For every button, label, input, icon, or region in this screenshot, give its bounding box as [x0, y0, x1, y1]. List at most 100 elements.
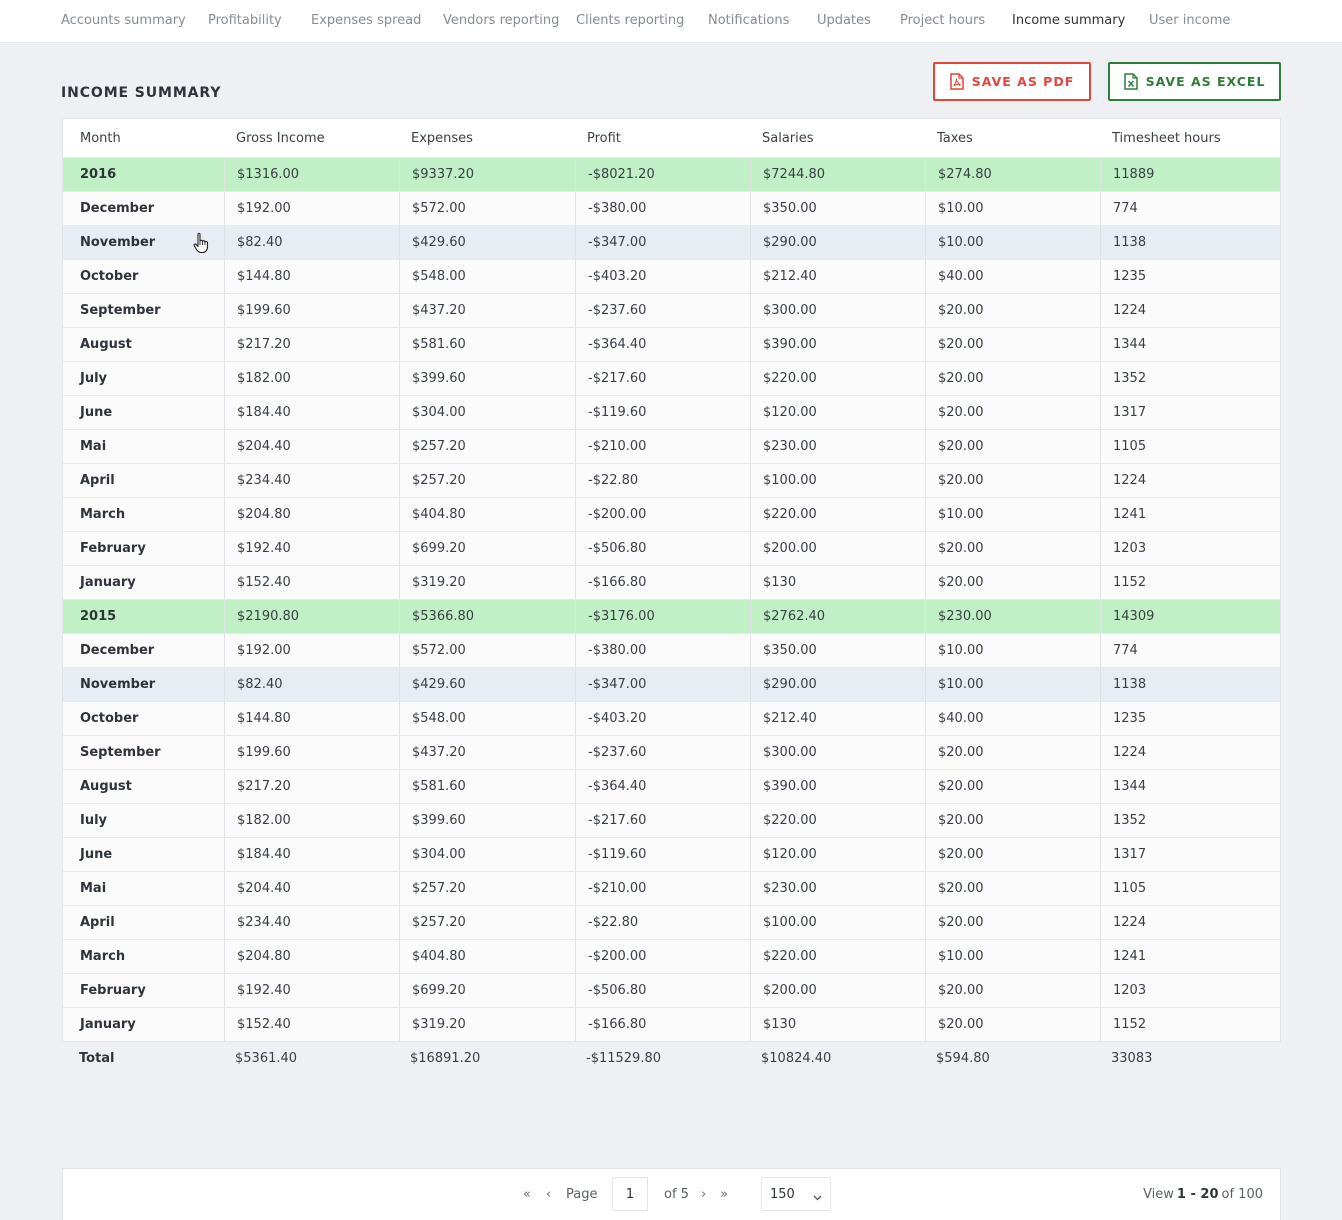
column-header-profit[interactable]: Profit [575, 119, 621, 157]
tab-project-hours[interactable]: Project hours [900, 0, 985, 43]
cell-gross-income: $234.40 [224, 906, 291, 939]
column-header-expenses[interactable]: Expenses [399, 119, 473, 157]
cell-taxes: $20.00 [925, 294, 984, 327]
year-summary-row[interactable]: 2016 $1316.00 $9337.20 -$8021.20 $7244.80 $27… [63, 157, 1280, 191]
chevron-left-icon[interactable]: ‹ [546, 1169, 551, 1219]
table-row[interactable]: November $82.40 $429.60 -$347.00 $290.00 $10.… [63, 667, 1280, 701]
table-row[interactable]: Iuly $182.00 $399.60 -$217.60 $220.00 $20.00 1… [63, 803, 1280, 837]
table-row[interactable]: March $204.80 $404.80 -$200.00 $220.00 $10.00… [63, 497, 1280, 531]
tab-updates[interactable]: Updates [817, 0, 871, 43]
cell-timesheet-hours: 1344 [1100, 770, 1146, 803]
cell-gross-income: $184.40 [224, 838, 291, 871]
top-navigation: Accounts summary Profitability Expenses sp… [0, 0, 1342, 43]
table-row[interactable]: June $184.40 $304.00 -$119.60 $120.00 $20.00 1… [63, 395, 1280, 429]
tab-vendors-reporting[interactable]: Vendors reporting [443, 0, 559, 43]
cell-timesheet-hours: 1224 [1100, 736, 1146, 769]
cell-profit: -$217.60 [575, 804, 646, 837]
cell-month: Total [79, 1051, 115, 1066]
column-header-salaries[interactable]: Salaries [750, 119, 814, 157]
cell-taxes: $20.00 [925, 464, 984, 497]
double-chevron-left-icon[interactable]: « [523, 1169, 531, 1219]
cell-month: October [80, 269, 139, 284]
cell-expenses: $257.20 [399, 906, 466, 939]
tab-clients-reporting[interactable]: Clients reporting [576, 0, 684, 43]
cell-profit: -$3176.00 [575, 600, 655, 633]
year-summary-row[interactable]: 2015 $2190.80 $5366.80 -$3176.00 $2762.40 $23… [63, 599, 1280, 633]
table-row[interactable]: July $182.00 $399.60 -$217.60 $220.00 $20.00 1… [63, 361, 1280, 395]
save-as-excel-button[interactable]: SAVE AS EXCEL [1108, 62, 1281, 101]
page-number-input[interactable]: 1 [612, 1177, 648, 1211]
cell-gross-income: $199.60 [224, 736, 291, 769]
cell-gross-income: $144.80 [224, 260, 291, 293]
cell-timesheet-hours: 1105 [1100, 872, 1146, 905]
cell-gross-income: $192.40 [224, 532, 291, 565]
cell-salaries: $390.00 [750, 328, 817, 361]
table-row[interactable]: June $184.40 $304.00 -$119.60 $120.00 $20.00 1… [63, 837, 1280, 871]
table-row[interactable]: January $152.40 $319.20 -$166.80 $130 $20.00 1… [63, 1007, 1280, 1041]
cell-profit: -$166.80 [575, 566, 646, 599]
cell-salaries: $130 [750, 566, 796, 599]
tab-accounts-summary[interactable]: Accounts summary [61, 0, 186, 43]
cell-profit: -$506.80 [575, 974, 646, 1007]
tab-profitability[interactable]: Profitability [208, 0, 282, 43]
double-chevron-right-icon[interactable]: » [720, 1169, 728, 1219]
table-row[interactable]: October $144.80 $548.00 -$403.20 $212.40 $40.… [63, 259, 1280, 293]
cell-taxes: $20.00 [925, 566, 984, 599]
column-header-timesheet-hours[interactable]: Timesheet hours [1100, 119, 1221, 157]
table-row[interactable]: February $192.40 $699.20 -$506.80 $200.00 $20… [63, 531, 1280, 565]
cell-gross-income: $204.80 [224, 498, 291, 531]
cell-timesheet-hours: 1105 [1100, 430, 1146, 463]
cell-taxes: $10.00 [925, 668, 984, 701]
table-row[interactable]: August $217.20 $581.60 -$364.40 $390.00 $20.0… [63, 769, 1280, 803]
tab-expenses-spread[interactable]: Expenses spread [311, 0, 421, 43]
save-as-pdf-button[interactable]: SAVE AS PDF [933, 62, 1091, 101]
cell-salaries: $290.00 [750, 226, 817, 259]
view-range: 1 - 20 [1176, 1186, 1219, 1202]
rows-per-page-select[interactable]: 150 [761, 1177, 831, 1211]
cell-month: July [80, 371, 108, 386]
table-row[interactable]: September $199.60 $437.20 -$237.60 $300.00 $2… [63, 735, 1280, 769]
chevron-right-icon[interactable]: › [701, 1169, 706, 1219]
cell-gross-income: $5361.40 [235, 1051, 298, 1066]
table-row[interactable]: December $192.00 $572.00 -$380.00 $350.00 $10… [63, 633, 1280, 667]
table-row[interactable]: January $152.40 $319.20 -$166.80 $130 $20.00 1… [63, 565, 1280, 599]
column-header-taxes[interactable]: Taxes [925, 119, 973, 157]
cell-gross-income: $234.40 [224, 464, 291, 497]
cell-month: October [80, 711, 139, 726]
cell-expenses: $319.20 [399, 1008, 466, 1041]
total-row[interactable]: Total $5361.40 $16891.20 -$11529.80 $10824.4… [62, 1041, 1281, 1075]
column-header-gross-income[interactable]: Gross Income [224, 119, 325, 157]
cell-taxes: $20.00 [925, 906, 984, 939]
cell-month: September [80, 303, 161, 318]
cell-month: April [80, 473, 115, 488]
cell-profit: -$217.60 [575, 362, 646, 395]
cell-taxes: $10.00 [925, 498, 984, 531]
table-row[interactable]: Mai $204.40 $257.20 -$210.00 $230.00 $20.00 11… [63, 871, 1280, 905]
cell-month: September [80, 745, 161, 760]
cell-expenses: $257.20 [399, 430, 466, 463]
table-row[interactable]: November $82.40 $429.60 -$347.00 $290.00 $10.… [63, 225, 1280, 259]
tab-user-income[interactable]: User income [1149, 0, 1230, 43]
table-row[interactable]: September $199.60 $437.20 -$237.60 $300.00 $2… [63, 293, 1280, 327]
cell-salaries: $220.00 [750, 940, 817, 973]
cell-taxes: $20.00 [925, 770, 984, 803]
tab-notifications[interactable]: Notifications [708, 0, 789, 43]
cell-gross-income: $192.00 [224, 192, 291, 225]
cell-profit: -$506.80 [575, 532, 646, 565]
save-as-pdf-label: SAVE AS PDF [971, 74, 1075, 89]
cell-timesheet-hours: 1344 [1100, 328, 1146, 361]
table-row[interactable]: April $234.40 $257.20 -$22.80 $100.00 $20.00 1… [63, 905, 1280, 939]
table-row[interactable]: Mai $204.40 $257.20 -$210.00 $230.00 $20.00 11… [63, 429, 1280, 463]
cell-profit: -$237.60 [575, 736, 646, 769]
table-row[interactable]: October $144.80 $548.00 -$403.20 $212.40 $40.… [63, 701, 1280, 735]
table-row[interactable]: December $192.00 $572.00 -$380.00 $350.00 $10… [63, 191, 1280, 225]
page-title: INCOME SUMMARY [61, 85, 222, 101]
cell-month: August [80, 779, 132, 794]
cell-timesheet-hours: 1152 [1100, 1008, 1146, 1041]
table-row[interactable]: March $204.80 $404.80 -$200.00 $220.00 $10.00… [63, 939, 1280, 973]
column-header-month[interactable]: Month [80, 119, 121, 157]
table-row[interactable]: April $234.40 $257.20 -$22.80 $100.00 $20.00 1… [63, 463, 1280, 497]
table-row[interactable]: August $217.20 $581.60 -$364.40 $390.00 $20.0… [63, 327, 1280, 361]
table-row[interactable]: February $192.40 $699.20 -$506.80 $200.00 $20… [63, 973, 1280, 1007]
tab-income-summary[interactable]: Income summary [1012, 0, 1125, 43]
